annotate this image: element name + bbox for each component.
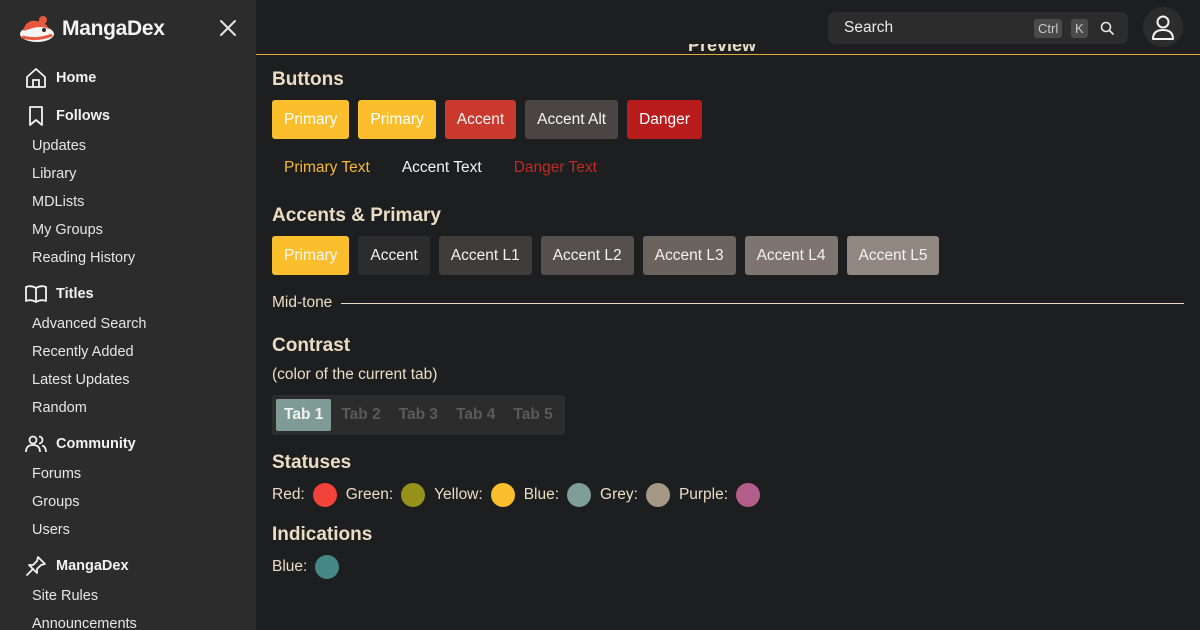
status-label-blue: Blue:	[523, 486, 560, 503]
tab-bar: Tab 1 Tab 2 Tab 3 Tab 4 Tab 5	[272, 395, 565, 435]
home-icon	[24, 66, 48, 90]
sidebar-item-advanced-search[interactable]: Advanced Search	[0, 310, 256, 338]
filled-buttons-row: Primary Primary Accent Accent Alt Danger	[272, 100, 1184, 139]
status-dot-red	[312, 483, 337, 507]
close-sidebar-button[interactable]	[216, 16, 240, 40]
accent-swatches-row: Primary Accent Accent L1 Accent L2 Accent L3…	[272, 236, 1184, 275]
swatch-accent-l5: Accent L5	[846, 236, 940, 275]
book-icon	[24, 282, 48, 306]
sidebar-section-label: Community	[56, 436, 136, 452]
sidebar-item-library[interactable]: Library	[0, 160, 256, 188]
close-icon	[220, 20, 236, 36]
sidebar-section-home[interactable]: Home	[0, 62, 256, 94]
status-label-green: Green:	[345, 486, 394, 503]
sidebar-item-random[interactable]: Random	[0, 394, 256, 422]
sidebar-item-reading-history[interactable]: Reading History	[0, 244, 256, 272]
indication-colors-row: Blue:	[272, 555, 1184, 579]
sidebar-nav: Home Follows Updates Library MDLists My Group…	[0, 62, 256, 630]
search-bar[interactable]: Search Ctrl K	[828, 12, 1128, 44]
sidebar-section-label: Home	[56, 70, 97, 86]
sidebar-item-users[interactable]: Users	[0, 516, 256, 544]
sidebar-item-latest-updates[interactable]: Latest Updates	[0, 366, 256, 394]
logo[interactable]: MangaDex	[18, 13, 165, 45]
sidebar-item-site-rules[interactable]: Site Rules	[0, 582, 256, 610]
danger-button[interactable]: Danger	[627, 100, 702, 139]
status-dot-purple	[736, 483, 761, 507]
bookmark-icon	[24, 104, 48, 128]
status-dot-green	[401, 483, 426, 507]
status-label-yellow: Yellow:	[434, 486, 483, 503]
status-label-red: Red:	[272, 486, 305, 503]
swatch-accent-l1: Accent L1	[438, 236, 532, 275]
primary-button[interactable]: Primary	[272, 100, 350, 139]
status-label-grey: Grey:	[600, 486, 638, 503]
shortcut-key-k: K	[1071, 19, 1088, 38]
primary-text-button[interactable]: Primary Text	[272, 148, 382, 187]
status-label-blue: Blue:	[272, 558, 308, 575]
swatch-accent: Accent	[358, 236, 430, 275]
danger-text-button[interactable]: Danger Text	[502, 148, 609, 187]
sidebar-section-mangadex[interactable]: MangaDex	[0, 550, 256, 582]
status-label-purple: Purple:	[678, 486, 729, 503]
sidebar-item-mdlists[interactable]: MDLists	[0, 188, 256, 216]
swatch-accent-l2: Accent L2	[540, 236, 634, 275]
user-icon	[1152, 15, 1174, 40]
sidebar-item-recently-added[interactable]: Recently Added	[0, 338, 256, 366]
status-dot-yellow	[490, 483, 515, 507]
accents-heading: Accents & Primary	[272, 205, 441, 226]
accent-alt-button[interactable]: Accent Alt	[525, 100, 619, 139]
status-dot-grey	[645, 483, 670, 507]
text-buttons-row: Primary Text Accent Text Danger Text	[272, 148, 1184, 187]
tab-tab-1[interactable]: Tab 1	[276, 399, 332, 431]
sidebar-item-updates[interactable]: Updates	[0, 132, 256, 160]
statuses-heading: Statuses	[272, 452, 352, 473]
tab-tab-3[interactable]: Tab 3	[391, 399, 446, 431]
swatch-accent-l3: Accent L3	[642, 236, 736, 275]
sidebar-section-label: Titles	[56, 286, 94, 302]
midtone-label: Mid-tone	[272, 294, 333, 311]
tab-tab-2[interactable]: Tab 2	[333, 399, 388, 431]
user-menu-button[interactable]	[1143, 7, 1183, 47]
accent-button[interactable]: Accent	[444, 100, 517, 139]
pin-icon	[24, 554, 48, 578]
sidebar-item-groups[interactable]: Groups	[0, 488, 256, 516]
search-icon[interactable]	[1099, 20, 1115, 36]
sidebar-section-label: MangaDex	[56, 558, 129, 574]
accent-text-button[interactable]: Accent Text	[390, 148, 494, 187]
shortcut-key-ctrl: Ctrl	[1034, 19, 1063, 38]
status-colors-row: Red: Green: Yellow: Blue: Grey: Purple:	[272, 483, 1184, 507]
indications-heading: Indications	[272, 524, 373, 545]
sidebar-item-forums[interactable]: Forums	[0, 460, 256, 488]
main-content: Buttons Primary Primary Accent Accent Alt Da…	[272, 55, 1184, 579]
sidebar-item-announcements[interactable]: Announcements	[0, 610, 256, 630]
search-placeholder: Search	[844, 19, 894, 36]
sidebar-section-community[interactable]: Community	[0, 428, 256, 460]
mangadex-logo-icon	[20, 16, 54, 42]
logo-text: MangaDex	[62, 17, 165, 40]
sidebar-item-my-groups[interactable]: My Groups	[0, 216, 256, 244]
users-icon	[24, 432, 48, 456]
primary-button[interactable]: Primary	[358, 100, 436, 139]
contrast-heading: Contrast	[272, 335, 351, 356]
sidebar-section-follows[interactable]: Follows	[0, 100, 256, 132]
buttons-heading: Buttons	[272, 69, 344, 90]
sidebar-section-titles[interactable]: Titles	[0, 278, 256, 310]
divider-line	[341, 302, 1184, 304]
tab-tab-4[interactable]: Tab 4	[448, 399, 503, 431]
tab-tab-5[interactable]: Tab 5	[505, 399, 560, 431]
swatch-accent-l4: Accent L4	[744, 236, 838, 275]
status-dot-blue	[567, 483, 592, 507]
status-dot-blue	[315, 555, 340, 579]
contrast-subtitle: (color of the current tab)	[272, 366, 438, 383]
sidebar: MangaDex Home Follows Updates Library MDList…	[0, 0, 256, 630]
swatch-primary: Primary	[272, 236, 350, 275]
midtone-divider: Mid-tone	[272, 293, 1184, 313]
sidebar-section-label: Follows	[56, 108, 110, 124]
